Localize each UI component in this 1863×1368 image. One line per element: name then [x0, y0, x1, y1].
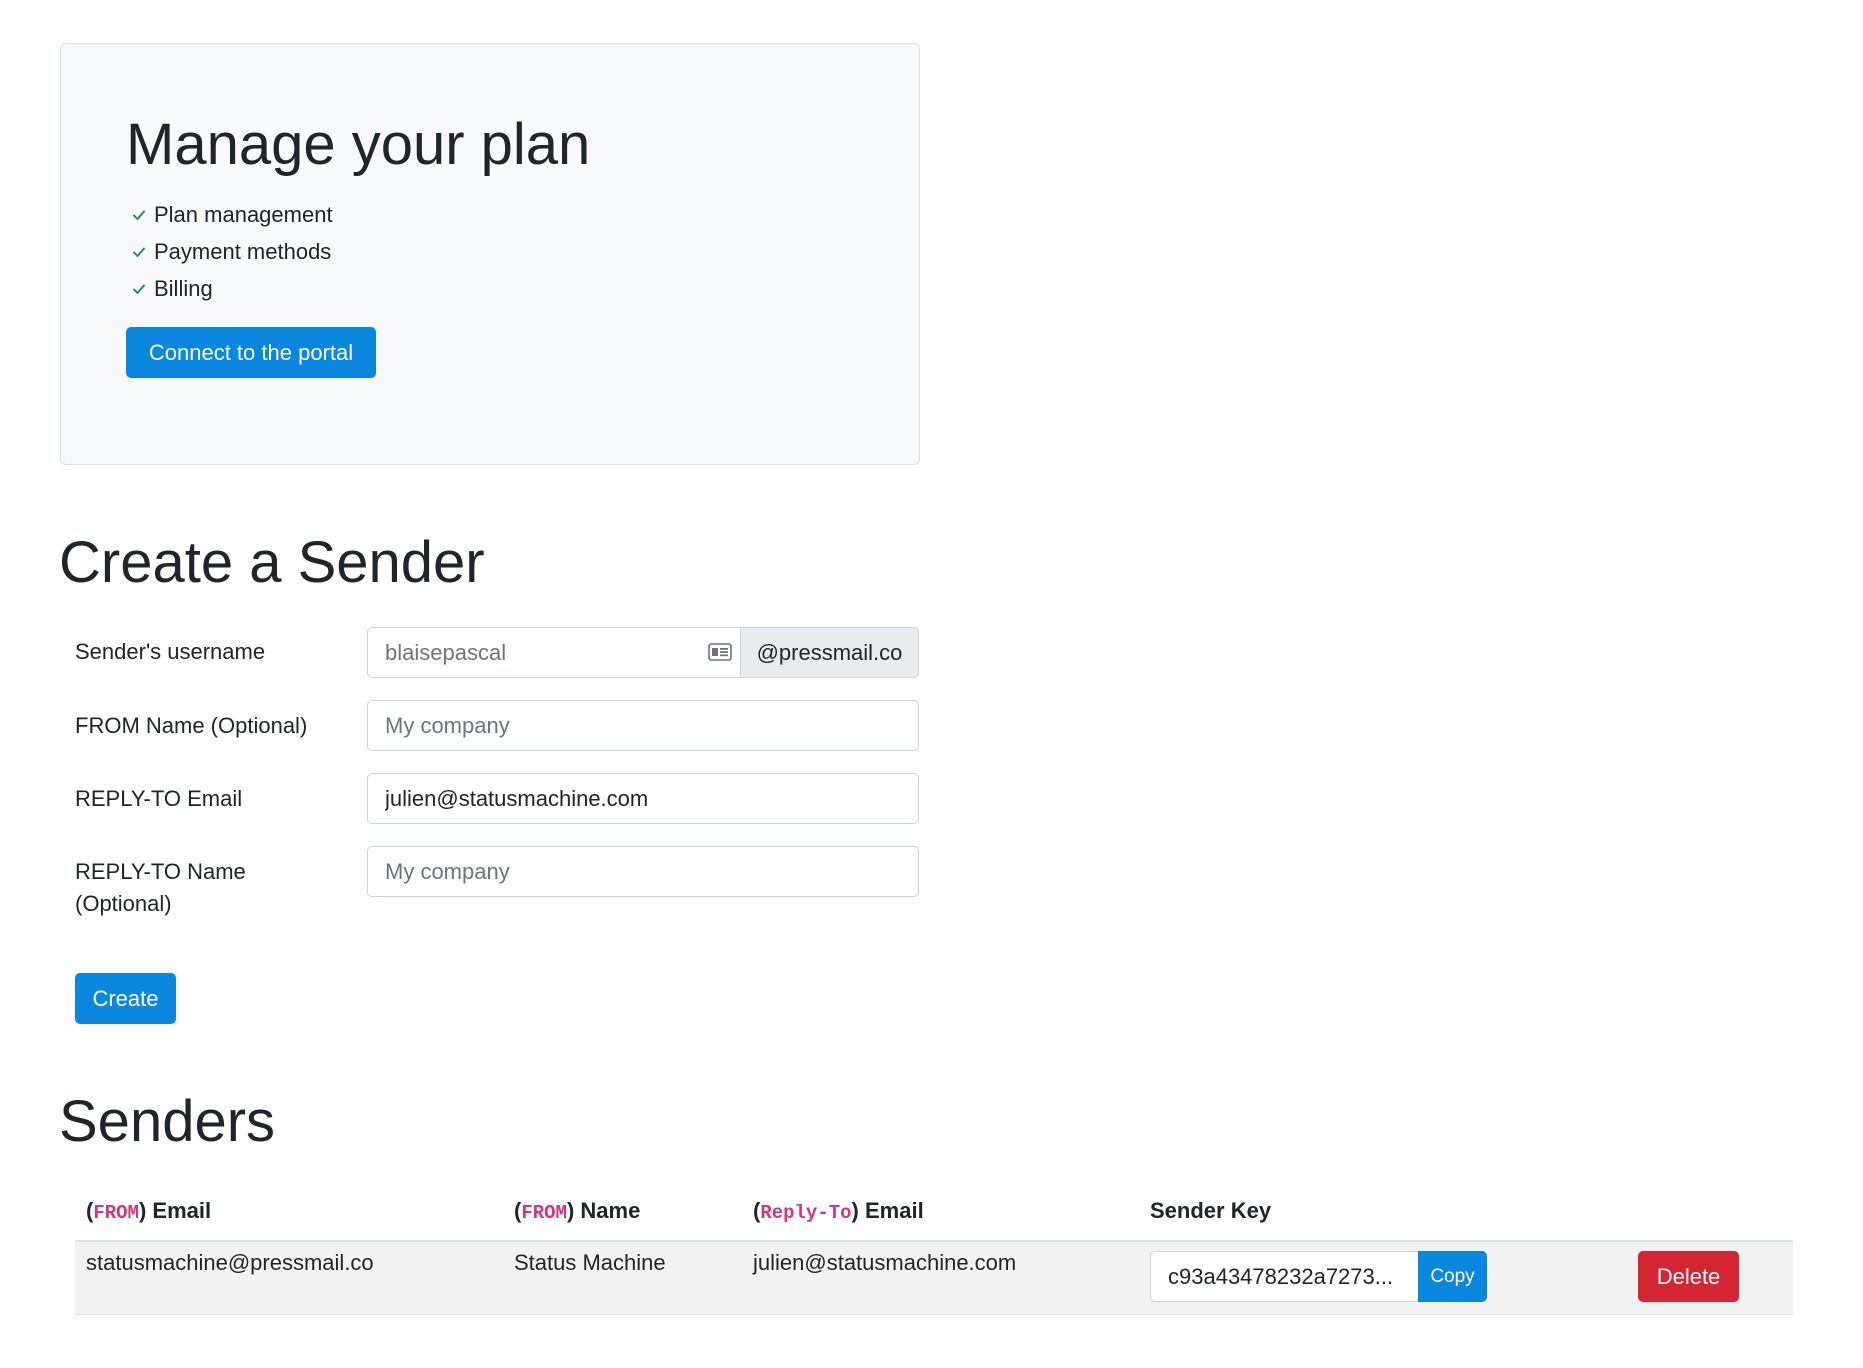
create-button[interactable]: Create [75, 973, 176, 1024]
column-header-label: Name [580, 1198, 641, 1223]
feature-item: Payment methods [131, 233, 333, 270]
row-from-name: Status Machine [514, 1250, 666, 1275]
sender-key-input[interactable] [1150, 1251, 1418, 1302]
sender-key-group: Copy [1150, 1251, 1487, 1302]
feature-item: Plan management [131, 196, 333, 233]
feature-label: Billing [154, 275, 213, 301]
page: Manage your plan Plan management Payment… [0, 0, 1863, 1368]
plan-card: Manage your plan Plan management Payment… [60, 43, 920, 465]
sender-username-group: @pressmail.co [367, 627, 919, 678]
feature-label: Payment methods [154, 238, 332, 264]
column-header-code: Reply-To [760, 1202, 852, 1224]
feature-label: Plan management [154, 201, 333, 227]
connect-portal-button[interactable]: Connect to the portal [126, 327, 376, 378]
column-header-label: Email [865, 1198, 924, 1223]
domain-suffix: @pressmail.co [740, 627, 919, 678]
sender-username-label: Sender's username [75, 639, 266, 664]
create-sender-title: Create a Sender [59, 530, 485, 595]
check-icon [133, 247, 145, 257]
reply-to-email-label: REPLY-TO Email [75, 786, 243, 811]
column-header-sender-key: Sender Key [1150, 1198, 1272, 1223]
check-icon [133, 210, 145, 220]
reply-to-name-label: REPLY-TO Name [75, 859, 246, 884]
reply-to-name-label-optional: (Optional) [75, 891, 172, 916]
column-header-from-name: (FROM) Name [514, 1198, 641, 1224]
column-header-code: FROM [93, 1202, 139, 1224]
plan-title: Manage your plan [126, 112, 591, 177]
contact-card-icon [708, 643, 732, 661]
row-from-email: statusmachine@pressmail.co [86, 1250, 374, 1275]
column-header-code: FROM [521, 1202, 567, 1224]
sender-username-input[interactable] [367, 627, 740, 678]
column-header-label: Email [152, 1198, 212, 1223]
from-name-input[interactable] [367, 700, 919, 751]
row-reply-to-email: julien@statusmachine.com [753, 1250, 1017, 1275]
check-icon [133, 284, 145, 294]
column-header-from-email: (FROM) Email [86, 1198, 212, 1224]
plan-features-list: Plan management Payment methods Billing [131, 196, 333, 307]
from-name-label: FROM Name (Optional) [75, 713, 308, 738]
feature-item: Billing [131, 270, 333, 307]
reply-to-email-input[interactable] [367, 773, 919, 824]
delete-sender-button[interactable]: Delete [1638, 1251, 1739, 1302]
reply-to-name-input[interactable] [367, 846, 919, 897]
copy-key-button[interactable]: Copy [1418, 1251, 1487, 1302]
senders-title: Senders [59, 1089, 276, 1154]
column-header-reply-to-email: (Reply-To) Email [753, 1198, 924, 1224]
